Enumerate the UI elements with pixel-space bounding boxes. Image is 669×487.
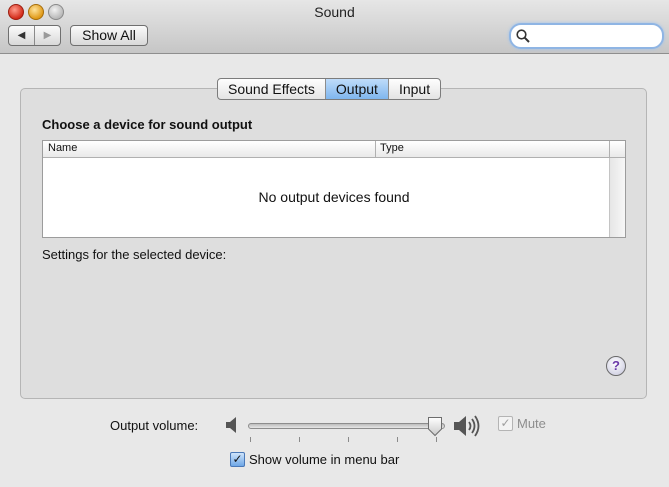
table-scrollbar[interactable]	[609, 158, 625, 237]
mute-label: Mute	[517, 416, 546, 431]
title-toolbar: Sound ◀ ▶ Show All	[0, 0, 669, 54]
mute-control: ✓ Mute	[498, 416, 546, 431]
help-button[interactable]: ?	[606, 356, 626, 376]
speaker-low-icon	[226, 417, 236, 433]
checkmark-icon: ✓	[232, 452, 243, 466]
question-mark-icon: ?	[612, 358, 620, 373]
back-forward-control: ◀ ▶	[8, 25, 61, 46]
slider-tick	[436, 437, 437, 442]
table-header: Name Type	[43, 141, 625, 158]
show-all-button[interactable]: Show All	[70, 25, 148, 46]
column-divider	[609, 141, 610, 157]
output-device-heading: Choose a device for sound output	[42, 117, 253, 132]
mute-checkbox[interactable]: ✓	[498, 416, 513, 431]
tab-input[interactable]: Input	[389, 79, 440, 99]
triangle-left-icon: ◀	[17, 30, 26, 41]
output-group-box	[20, 88, 647, 399]
empty-table-message: No output devices found	[258, 189, 410, 205]
sound-preferences-window: Sound ◀ ▶ Show All Sound Effects Output …	[0, 0, 669, 487]
checkmark-icon: ✓	[500, 416, 511, 430]
window-title: Sound	[314, 4, 355, 20]
search-icon	[516, 29, 530, 43]
show-volume-in-menubar-label: Show volume in menu bar	[249, 452, 400, 467]
speaker-high-icon	[454, 415, 480, 437]
forward-button[interactable]: ▶	[35, 26, 60, 45]
back-button[interactable]: ◀	[9, 26, 35, 45]
slider-tick	[397, 437, 398, 442]
triangle-right-icon: ▶	[43, 30, 52, 41]
slider-tick	[348, 437, 349, 442]
show-volume-control: ✓ Show volume in menu bar	[230, 452, 399, 467]
tab-output[interactable]: Output	[325, 79, 389, 99]
column-divider	[375, 141, 376, 157]
output-volume-label: Output volume:	[110, 418, 199, 433]
tab-sound-effects[interactable]: Sound Effects	[218, 79, 326, 99]
slider-tick	[299, 437, 300, 442]
search-field[interactable]	[509, 23, 664, 49]
volume-slider[interactable]	[248, 423, 445, 429]
search-input[interactable]	[532, 27, 658, 45]
column-header-type[interactable]: Type	[380, 142, 404, 154]
device-settings-label: Settings for the selected device:	[42, 247, 227, 262]
output-device-table[interactable]: Name Type No output devices found	[42, 140, 626, 238]
tab-bar: Sound Effects Output Input	[217, 78, 442, 100]
volume-slider-ticks	[248, 437, 443, 442]
show-volume-in-menubar-checkbox[interactable]: ✓	[230, 452, 245, 467]
volume-slider-knob[interactable]	[427, 416, 443, 437]
slider-tick	[250, 437, 251, 442]
column-header-name[interactable]: Name	[48, 142, 77, 154]
